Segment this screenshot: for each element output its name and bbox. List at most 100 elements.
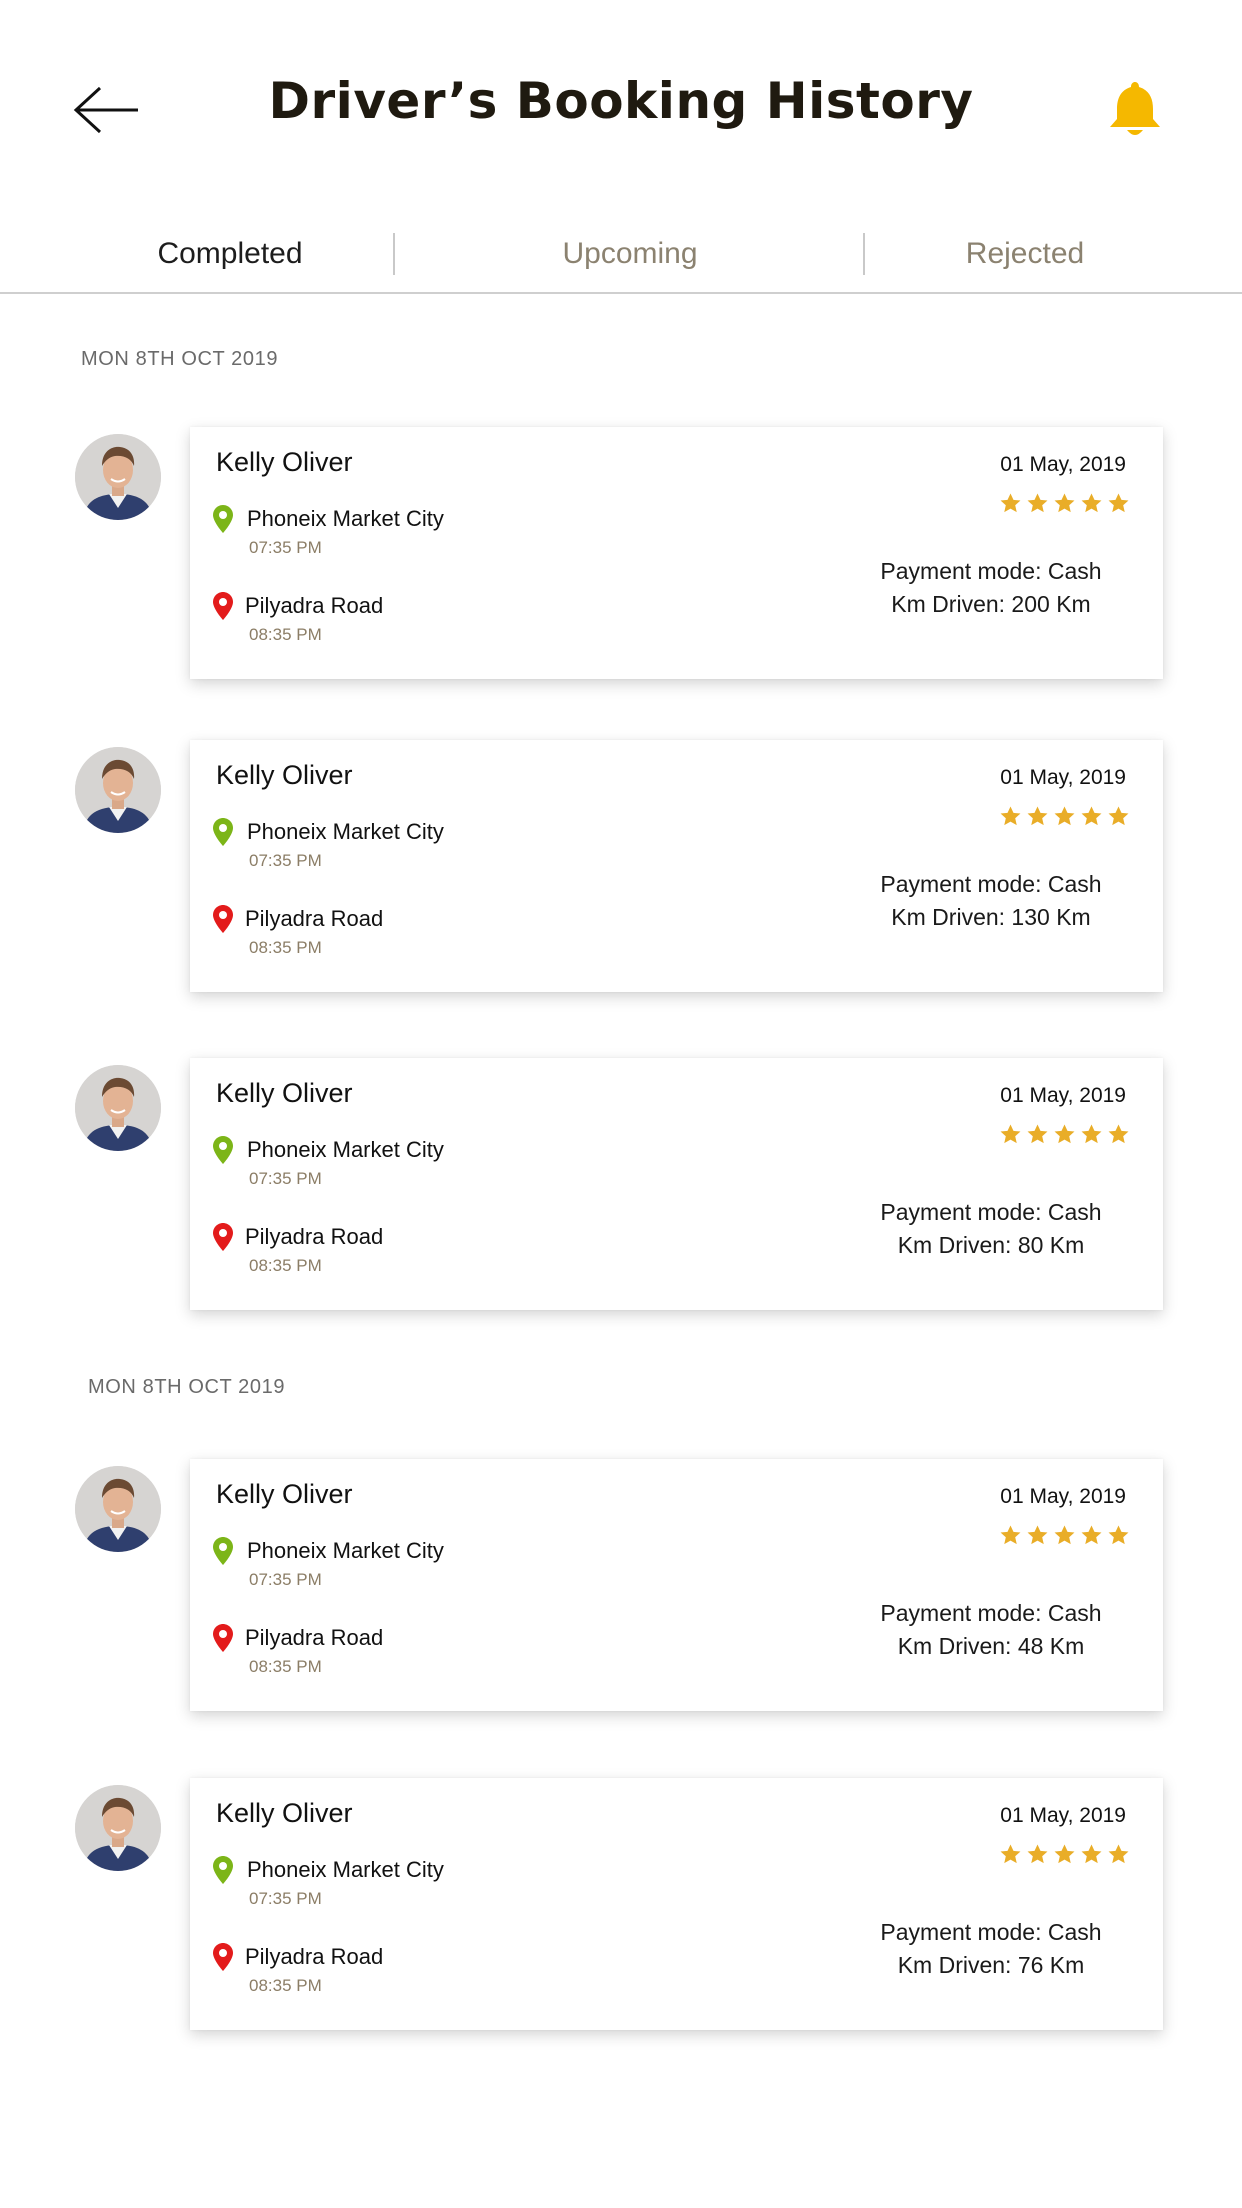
trip-info: Payment mode: Cash Km Driven: 200 Km — [841, 555, 1141, 621]
booking-card[interactable]: Kelly Oliver Phoneix Market City 07:35 P… — [190, 740, 1163, 992]
star-icon — [1027, 1124, 1048, 1144]
avatar — [75, 1065, 161, 1151]
pickup-pin-icon — [212, 1135, 234, 1165]
star-icon — [1081, 493, 1102, 513]
drop-pin-icon — [212, 591, 234, 621]
star-rating — [999, 492, 1130, 516]
booking-card[interactable]: Kelly Oliver Phoneix Market City 07:35 P… — [190, 427, 1163, 679]
star-rating — [999, 805, 1130, 829]
star-icon — [1027, 806, 1048, 826]
pickup-location: Phoneix Market City — [247, 1857, 444, 1882]
trip-info: Payment mode: Cash Km Driven: 76 Km — [841, 1916, 1141, 1982]
tab-upcoming[interactable]: Upcoming — [395, 230, 865, 278]
driver-name: Kelly Oliver — [216, 1078, 353, 1108]
pickup-location: Phoneix Market City — [247, 1538, 444, 1563]
payment-mode: Payment mode: Cash — [880, 1199, 1102, 1225]
driver-name: Kelly Oliver — [216, 1798, 353, 1828]
pickup-time: 07:35 PM — [249, 851, 322, 870]
drop-pin-icon — [212, 1623, 234, 1653]
star-rating — [999, 1524, 1130, 1548]
booking-card[interactable]: Kelly Oliver Phoneix Market City 07:35 P… — [190, 1459, 1163, 1711]
star-icon — [1108, 1124, 1129, 1144]
pickup-pin-icon — [212, 1855, 234, 1885]
pickup-time: 07:35 PM — [249, 1169, 322, 1188]
star-icon — [1027, 1525, 1048, 1545]
star-icon — [1108, 1525, 1129, 1545]
star-icon — [1000, 806, 1021, 826]
star-icon — [1027, 493, 1048, 513]
star-rating — [999, 1123, 1130, 1147]
star-icon — [1081, 1124, 1102, 1144]
drop-time: 08:35 PM — [249, 1256, 322, 1275]
star-icon — [1054, 1844, 1075, 1864]
payment-mode: Payment mode: Cash — [880, 558, 1102, 584]
trip-info: Payment mode: Cash Km Driven: 48 Km — [841, 1597, 1141, 1663]
star-icon — [1054, 806, 1075, 826]
section-date: MON 8TH OCT 2019 — [81, 348, 279, 370]
star-icon — [1000, 1124, 1021, 1144]
drop-location: Pilyadra Road — [245, 1625, 384, 1650]
booking-date: 01 May, 2019 — [1000, 1804, 1126, 1827]
drop-time: 08:35 PM — [249, 625, 322, 644]
booking-date: 01 May, 2019 — [1000, 766, 1126, 789]
booking-card[interactable]: Kelly Oliver Phoneix Market City 07:35 P… — [190, 1058, 1163, 1310]
driver-name: Kelly Oliver — [216, 760, 353, 790]
pickup-pin-icon — [212, 817, 234, 847]
star-icon — [1000, 1525, 1021, 1545]
km-driven: Km Driven: 130 Km — [891, 904, 1091, 930]
pickup-time: 07:35 PM — [249, 1570, 322, 1589]
drop-pin-icon — [212, 1222, 234, 1252]
drop-location: Pilyadra Road — [245, 906, 384, 931]
pickup-location: Phoneix Market City — [247, 819, 444, 844]
section-date: MON 8TH OCT 2019 — [88, 1376, 286, 1398]
booking-card[interactable]: Kelly Oliver Phoneix Market City 07:35 P… — [190, 1778, 1163, 2030]
avatar — [75, 747, 161, 833]
star-icon — [1000, 1844, 1021, 1864]
drop-pin-icon — [212, 1942, 234, 1972]
booking-date: 01 May, 2019 — [1000, 1084, 1126, 1107]
pickup-time: 07:35 PM — [249, 538, 322, 557]
star-icon — [1054, 1525, 1075, 1545]
drop-location: Pilyadra Road — [245, 1224, 384, 1249]
trip-info: Payment mode: Cash Km Driven: 130 Km — [841, 868, 1141, 934]
driver-name: Kelly Oliver — [216, 447, 353, 477]
avatar — [75, 1466, 161, 1552]
km-driven: Km Driven: 200 Km — [891, 591, 1091, 617]
driver-name: Kelly Oliver — [216, 1479, 353, 1509]
star-icon — [1027, 1844, 1048, 1864]
tab-completed[interactable]: Completed — [80, 230, 380, 278]
km-driven: Km Driven: 76 Km — [897, 1952, 1085, 1978]
payment-mode: Payment mode: Cash — [880, 1600, 1102, 1626]
payment-mode: Payment mode: Cash — [880, 1919, 1102, 1945]
star-rating — [999, 1843, 1130, 1867]
trip-info: Payment mode: Cash Km Driven: 80 Km — [841, 1196, 1141, 1262]
tabs-divider — [0, 292, 1242, 294]
star-icon — [1054, 1124, 1075, 1144]
star-icon — [1000, 493, 1021, 513]
star-icon — [1108, 1844, 1129, 1864]
drop-location: Pilyadra Road — [245, 1944, 384, 1969]
tab-rejected[interactable]: Rejected — [865, 230, 1185, 278]
pickup-time: 07:35 PM — [249, 1889, 322, 1908]
pickup-location: Phoneix Market City — [247, 1137, 444, 1162]
payment-mode: Payment mode: Cash — [880, 871, 1102, 897]
star-icon — [1054, 493, 1075, 513]
pickup-pin-icon — [212, 1536, 234, 1566]
booking-date: 01 May, 2019 — [1000, 453, 1126, 476]
star-icon — [1081, 1525, 1102, 1545]
pickup-pin-icon — [212, 504, 234, 534]
booking-date: 01 May, 2019 — [1000, 1485, 1126, 1508]
drop-time: 08:35 PM — [249, 938, 322, 957]
avatar — [75, 434, 161, 520]
drop-pin-icon — [212, 904, 234, 934]
drop-time: 08:35 PM — [249, 1976, 322, 1995]
bell-icon[interactable] — [1105, 78, 1165, 140]
star-icon — [1081, 1844, 1102, 1864]
star-icon — [1108, 806, 1129, 826]
pickup-location: Phoneix Market City — [247, 506, 444, 531]
drop-time: 08:35 PM — [249, 1657, 322, 1676]
star-icon — [1108, 493, 1129, 513]
km-driven: Km Driven: 80 Km — [897, 1232, 1085, 1258]
avatar — [75, 1785, 161, 1871]
page-title: Driver’s Booking History — [268, 72, 974, 130]
